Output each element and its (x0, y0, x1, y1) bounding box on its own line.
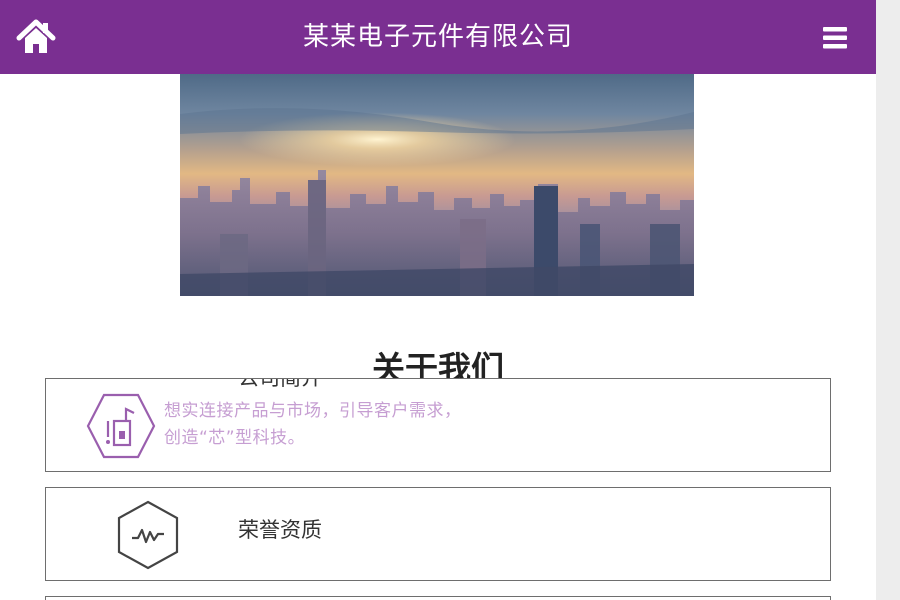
about-card-company-intro[interactable]: 公司简介 想实连接产品与市场，引导客户需求，创造“芯”型科技。 (45, 378, 831, 472)
top-bar: 某某电子元件有限公司 (0, 0, 876, 74)
about-card-honors[interactable]: 荣誉资质 (45, 487, 831, 581)
card-description: 想实连接产品与市场，引导客户需求，创造“芯”型科技。 (164, 401, 462, 448)
scrollbar-track[interactable] (876, 0, 900, 600)
home-button[interactable] (16, 18, 56, 56)
about-card-partial[interactable] (45, 596, 831, 600)
page: 某某电子元件有限公司 关于我们 公司简介 想实连接产品与市场，引导客户需求，创造… (0, 0, 876, 600)
hamburger-menu-icon (823, 27, 847, 49)
home-icon (16, 19, 56, 53)
card-title: 荣誉资质 (238, 518, 322, 542)
menu-button[interactable] (820, 24, 850, 52)
card-title: 公司简介 (238, 378, 322, 390)
site-title: 某某电子元件有限公司 (302, 22, 573, 52)
hexagon-chip-icon (86, 393, 156, 459)
hexagon-pulse-icon (117, 500, 179, 570)
banner-image (180, 74, 694, 296)
